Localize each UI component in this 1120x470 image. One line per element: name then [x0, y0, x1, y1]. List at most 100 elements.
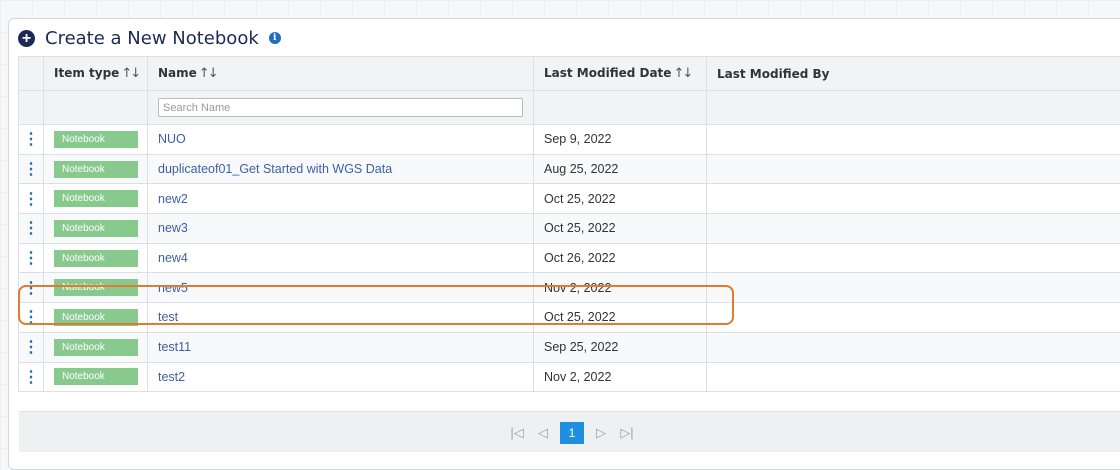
notebook-name-link[interactable]: test — [158, 310, 178, 324]
modified-by-cell — [707, 243, 1120, 273]
more-options-icon[interactable]: ⋮ — [19, 303, 44, 333]
more-options-icon[interactable]: ⋮ — [19, 273, 44, 303]
more-options-icon[interactable]: ⋮ — [19, 243, 44, 273]
column-header-name[interactable]: Name↑↓ — [148, 57, 534, 91]
column-header-item-type[interactable]: Item type↑↓ — [44, 57, 148, 91]
table-row[interactable]: ⋮ Notebook test11 Sep 25, 2022 — [19, 332, 1120, 362]
last-modified-date: Oct 25, 2022 — [544, 192, 616, 206]
item-type-badge: Notebook — [54, 279, 138, 296]
table-row[interactable]: ⋮ Notebook NUO Sep 9, 2022 — [19, 125, 1120, 155]
item-type-badge: Notebook — [54, 161, 138, 178]
item-type-badge: Notebook — [54, 250, 138, 267]
date-cell: Sep 25, 2022 — [534, 332, 707, 362]
more-options-icon[interactable]: ⋮ — [19, 214, 44, 244]
last-page-icon[interactable]: ▷| — [614, 423, 640, 443]
more-options-icon[interactable]: ⋮ — [19, 362, 44, 392]
table-row[interactable]: ⋮ Notebook new5 Nov 2, 2022 — [19, 273, 1120, 303]
filter-cell — [534, 91, 707, 125]
item-type-cell: Notebook — [44, 332, 148, 362]
column-label: Last Modified By — [717, 67, 829, 81]
item-type-cell: Notebook — [44, 303, 148, 333]
last-modified-date: Aug 25, 2022 — [544, 162, 618, 176]
info-icon[interactable]: i — [269, 32, 281, 44]
notebook-name-link[interactable]: NUO — [158, 132, 186, 146]
table-row[interactable]: ⋮ Notebook test2 Nov 2, 2022 — [19, 362, 1120, 392]
table-row[interactable]: ⋮ Notebook duplicateof01_Get Started with … — [19, 154, 1120, 184]
previous-page-icon[interactable]: ◁ — [530, 423, 556, 443]
column-label: Name — [158, 66, 197, 80]
table-row[interactable]: ⋮ Notebook new4 Oct 26, 2022 — [19, 243, 1120, 273]
pagination: |◁ ◁ 1 ▷ ▷| — [504, 422, 640, 444]
date-cell: Nov 2, 2022 — [534, 362, 707, 392]
actions-column-header — [19, 57, 44, 91]
column-label: Item type — [54, 66, 119, 80]
item-type-badge: Notebook — [54, 368, 138, 385]
last-modified-date: Oct 25, 2022 — [544, 221, 616, 235]
item-type-cell: Notebook — [44, 154, 148, 184]
column-header-last-modified-by: Last Modified By — [707, 57, 1120, 91]
last-modified-date: Sep 25, 2022 — [544, 340, 618, 354]
date-cell: Oct 26, 2022 — [534, 243, 707, 273]
item-type-badge: Notebook — [54, 131, 138, 148]
name-cell: test — [148, 303, 534, 333]
last-modified-date: Nov 2, 2022 — [544, 370, 611, 384]
notebook-name-link[interactable]: test2 — [158, 370, 185, 384]
name-cell: new3 — [148, 214, 534, 244]
modified-by-cell — [707, 332, 1120, 362]
more-options-icon[interactable]: ⋮ — [19, 125, 44, 155]
filter-cell — [148, 91, 534, 125]
notebook-table: Item type↑↓ Name↑↓ Last Modified Date↑↓ … — [18, 56, 1120, 392]
name-cell: test2 — [148, 362, 534, 392]
plus-circle-icon[interactable]: + — [18, 30, 35, 47]
last-modified-date: Oct 26, 2022 — [544, 251, 616, 265]
name-cell: new4 — [148, 243, 534, 273]
current-page-button[interactable]: 1 — [560, 422, 584, 444]
page-title: Create a New Notebook — [45, 28, 259, 49]
more-options-icon[interactable]: ⋮ — [19, 154, 44, 184]
date-cell: Nov 2, 2022 — [534, 273, 707, 303]
item-type-cell: Notebook — [44, 273, 148, 303]
last-modified-date: Oct 25, 2022 — [544, 310, 616, 324]
search-name-input[interactable] — [158, 98, 523, 117]
name-cell: NUO — [148, 125, 534, 155]
item-type-badge: Notebook — [54, 309, 138, 326]
modified-by-cell — [707, 362, 1120, 392]
notebook-name-link[interactable]: new2 — [158, 192, 188, 206]
item-type-cell: Notebook — [44, 125, 148, 155]
modified-by-cell — [707, 154, 1120, 184]
table-footer: |◁ ◁ 1 ▷ ▷| — [19, 411, 1120, 452]
filter-cell — [707, 91, 1120, 125]
notebook-name-link[interactable]: new4 — [158, 251, 188, 265]
item-type-cell: Notebook — [44, 214, 148, 244]
name-cell: test11 — [148, 332, 534, 362]
table-row[interactable]: ⋮Notebook new3 Oct 25, 2022 — [19, 214, 1120, 244]
notebook-name-link[interactable]: new3 — [158, 221, 188, 235]
name-cell: new5 — [148, 273, 534, 303]
modified-by-cell — [707, 184, 1120, 214]
table-row[interactable]: ⋮ Notebook new2 Oct 25, 2022 — [19, 184, 1120, 214]
sort-icon[interactable]: ↑↓ — [673, 66, 691, 81]
last-modified-date: Nov 2, 2022 — [544, 281, 611, 295]
item-type-cell: Notebook — [44, 243, 148, 273]
more-options-icon[interactable]: ⋮ — [19, 184, 44, 214]
modified-by-cell — [707, 303, 1120, 333]
item-type-badge: Notebook — [54, 190, 138, 207]
name-cell: duplicateof01_Get Started with WGS Data — [148, 154, 534, 184]
notebook-name-link[interactable]: new5 — [158, 281, 188, 295]
next-page-icon[interactable]: ▷ — [588, 423, 614, 443]
column-label: Last Modified Date — [544, 66, 671, 80]
name-cell: new2 — [148, 184, 534, 214]
notebook-name-link[interactable]: duplicateof01_Get Started with WGS Data — [158, 162, 392, 176]
more-options-icon[interactable]: ⋮ — [19, 332, 44, 362]
modified-by-cell — [707, 214, 1120, 244]
panel-header: + Create a New Notebook i — [18, 26, 281, 50]
first-page-icon[interactable]: |◁ — [504, 423, 530, 443]
last-modified-date: Sep 9, 2022 — [544, 132, 611, 146]
item-type-cell: Notebook — [44, 362, 148, 392]
sort-icon[interactable]: ↑↓ — [121, 66, 139, 81]
sort-icon[interactable]: ↑↓ — [199, 66, 217, 81]
column-header-last-modified-date[interactable]: Last Modified Date↑↓ — [534, 57, 707, 91]
notebook-name-link[interactable]: test11 — [158, 340, 191, 354]
table-row[interactable]: ⋮ Notebook test Oct 25, 2022 — [19, 303, 1120, 333]
item-type-badge: Notebook — [54, 339, 138, 356]
